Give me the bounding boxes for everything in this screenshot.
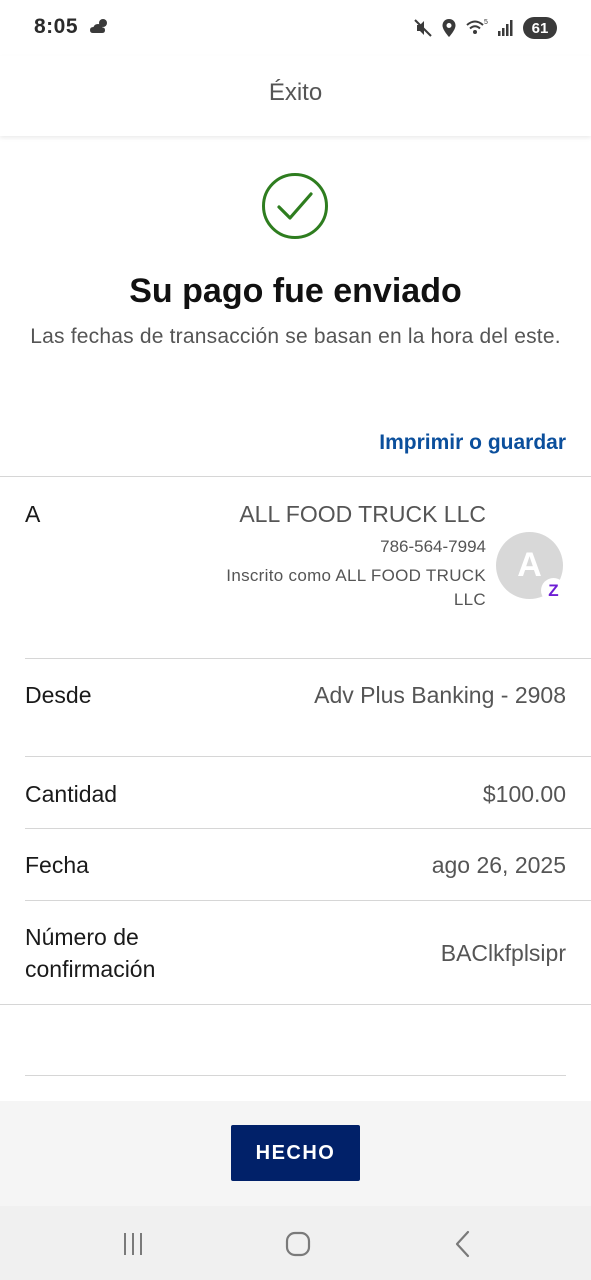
divider xyxy=(25,1075,566,1076)
system-nav-bar xyxy=(0,1206,591,1280)
recipient-phone: 786-564-7994 xyxy=(380,537,486,556)
status-time: 8:05 xyxy=(34,15,79,38)
svg-text:5: 5 xyxy=(484,19,488,26)
recipient-enrolled-as: Inscrito como ALL FOOD TRUCK LLC xyxy=(226,566,486,609)
back-icon xyxy=(455,1230,470,1258)
divider xyxy=(0,476,591,477)
signal-icon xyxy=(498,20,513,36)
confirmation-number-label: Número de confirmación xyxy=(25,924,156,982)
amount-value: $100.00 xyxy=(482,781,566,807)
recipient-name: ALL FOOD TRUCK LLC xyxy=(239,501,486,527)
back-button[interactable] xyxy=(443,1228,483,1260)
divider xyxy=(25,828,591,829)
cloud-sun-icon xyxy=(90,19,107,33)
done-button[interactable]: HECHO xyxy=(231,1125,360,1181)
divider xyxy=(25,756,591,757)
from-label: Desde xyxy=(25,682,92,708)
timezone-note: Las fechas de transacción se basan en la… xyxy=(30,325,561,348)
recents-icon xyxy=(124,1233,142,1255)
date-value: ago 26, 2025 xyxy=(431,852,566,878)
from-account: Adv Plus Banking - 2908 xyxy=(314,682,566,708)
divider xyxy=(25,658,591,659)
amount-label: Cantidad xyxy=(25,781,118,807)
divider xyxy=(0,1004,591,1005)
status-icons: 5 61 xyxy=(413,16,557,40)
zelle-badge: Z xyxy=(541,578,566,603)
main-content: Su pago fue enviado Las fechas de transa… xyxy=(0,136,591,1101)
location-icon xyxy=(442,19,456,37)
divider xyxy=(25,900,591,901)
page-title: Éxito xyxy=(268,79,323,106)
mute-icon xyxy=(414,19,432,37)
success-title: Su pago fue enviado xyxy=(129,272,462,310)
home-icon xyxy=(285,1231,311,1257)
wifi-icon: 5 xyxy=(466,19,488,34)
to-label: A xyxy=(25,501,41,527)
app-header: Éxito xyxy=(0,56,591,136)
recents-button[interactable] xyxy=(113,1228,153,1260)
recipient-info: ALL FOOD TRUCK LLC 786-564-7994 Inscrito… xyxy=(226,498,486,612)
battery-indicator: 61 xyxy=(523,17,557,39)
confirmation-number-value: BAClkfplsipr xyxy=(440,940,566,966)
footer: HECHO xyxy=(0,1101,591,1206)
checkmark-circle-icon xyxy=(262,173,328,239)
date-label: Fecha xyxy=(25,852,89,878)
print-or-save-link[interactable]: Imprimir o guardar xyxy=(379,431,566,455)
home-button[interactable] xyxy=(278,1228,318,1260)
status-bar: 8:05 5 61 xyxy=(0,0,591,56)
